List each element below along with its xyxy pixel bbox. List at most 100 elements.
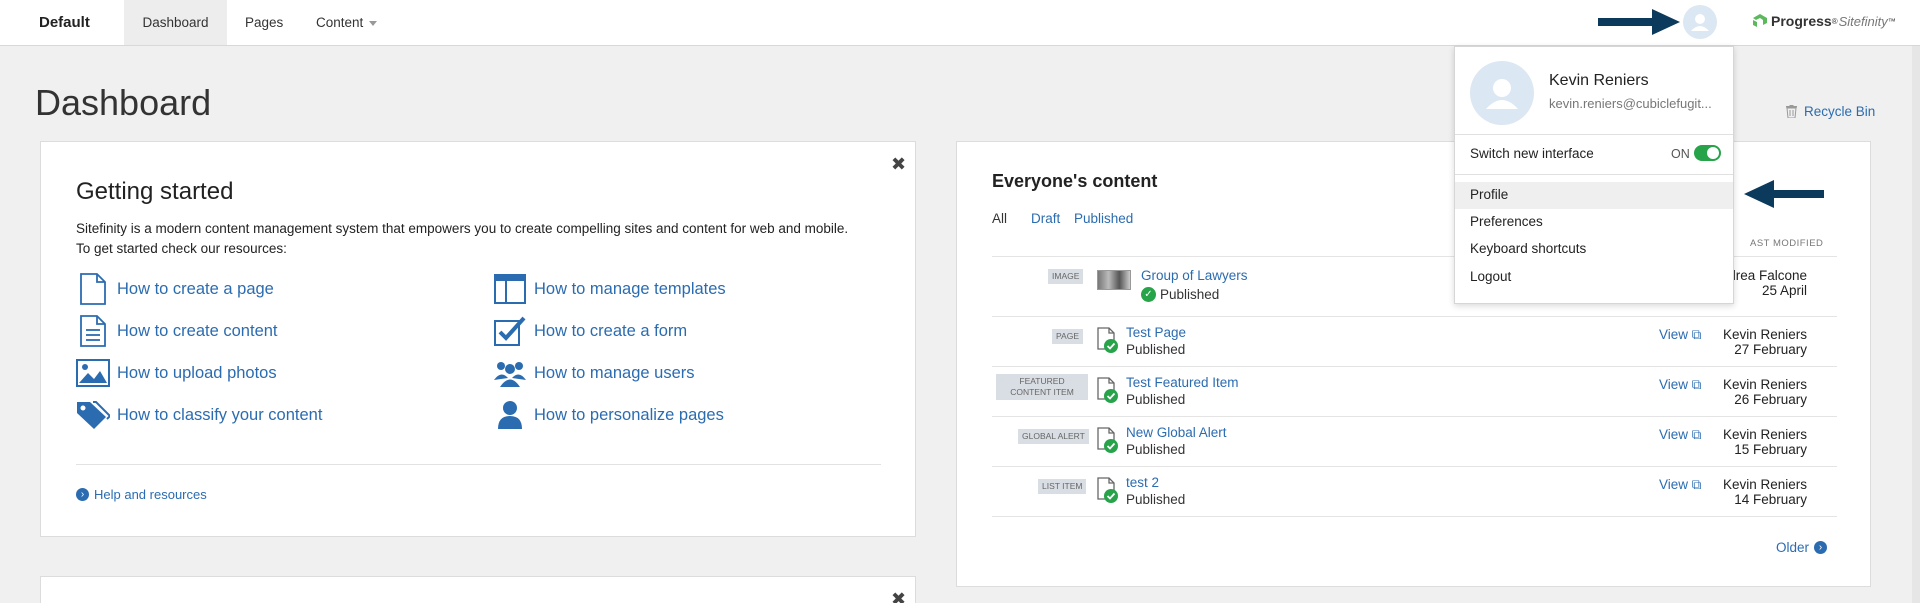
link-create-form[interactable]: How to create a form xyxy=(493,314,687,348)
switch-interface-toggle[interactable] xyxy=(1694,145,1721,161)
link-upload-photos[interactable]: How to upload photos xyxy=(76,356,277,390)
users-icon xyxy=(493,356,527,390)
nav-pages[interactable]: Pages xyxy=(245,0,283,45)
view-label: View xyxy=(1659,427,1689,442)
column-header-last-modified: AST MODIFIED xyxy=(1750,238,1824,249)
type-badge: IMAGE xyxy=(1048,269,1084,284)
item-author: drea Falcone xyxy=(1728,268,1807,283)
arrow-right-circle-icon: › xyxy=(76,488,89,501)
getting-started-card: ✖ Getting started Sitefinity is a modern… xyxy=(40,141,916,537)
item-date: 27 February xyxy=(1734,342,1807,357)
progress-logo-icon xyxy=(1753,14,1767,27)
older-link[interactable]: Older › xyxy=(1776,540,1828,555)
user-email: kevin.reniers@cubiclefugit... xyxy=(1549,96,1712,111)
switch-state-label: ON xyxy=(1671,147,1690,161)
item-date: 26 February xyxy=(1734,392,1807,407)
site-selector[interactable]: Default xyxy=(39,14,90,31)
link-create-content[interactable]: How to create content xyxy=(76,314,278,348)
recycle-bin-link[interactable]: Recycle Bin xyxy=(1786,104,1875,119)
item-title-link[interactable]: New Global Alert xyxy=(1126,425,1227,440)
template-icon xyxy=(493,272,527,306)
view-link[interactable]: View ⧉ xyxy=(1659,327,1701,343)
external-link-icon: ⧉ xyxy=(1691,477,1702,492)
switch-interface-label: Switch new interface xyxy=(1470,146,1594,161)
link-label: How to classify your content xyxy=(117,405,323,424)
item-status: Published xyxy=(1160,287,1220,302)
item-author: Kevin Reniers xyxy=(1722,427,1807,442)
view-label: View xyxy=(1659,327,1689,342)
link-manage-users[interactable]: How to manage users xyxy=(493,356,695,390)
item-date: 25 April xyxy=(1761,283,1807,298)
person-icon xyxy=(493,398,527,432)
external-link-icon: ⧉ xyxy=(1691,427,1702,442)
published-check-icon: ✓ xyxy=(1141,287,1156,302)
getting-started-title: Getting started xyxy=(76,178,234,205)
type-badge: GLOBAL ALERT xyxy=(1018,429,1089,444)
filter-all[interactable]: All xyxy=(992,211,1007,226)
nav-content[interactable]: Content xyxy=(316,0,378,45)
close-icon[interactable]: ✖ xyxy=(891,154,906,175)
type-badge: LIST ITEM xyxy=(1038,479,1087,494)
link-label: How to manage templates xyxy=(534,279,726,298)
divider xyxy=(1455,174,1733,175)
chevron-down-icon xyxy=(369,20,378,26)
link-label: How to upload photos xyxy=(117,363,277,382)
external-link-icon: ⧉ xyxy=(1691,327,1702,342)
item-status: Published xyxy=(1126,342,1186,357)
view-label: View xyxy=(1659,377,1689,392)
item-title-link[interactable]: Test Featured Item xyxy=(1126,375,1239,390)
page-doc-icon xyxy=(1097,327,1118,353)
divider xyxy=(1455,134,1733,135)
view-link[interactable]: View ⧉ xyxy=(1659,477,1701,493)
logo-text: Progress xyxy=(1771,13,1832,29)
row-divider xyxy=(992,466,1837,467)
link-create-page[interactable]: How to create a page xyxy=(76,272,274,306)
link-manage-templates[interactable]: How to manage templates xyxy=(493,272,726,306)
trash-icon xyxy=(1786,105,1797,118)
view-link[interactable]: View ⧉ xyxy=(1659,427,1701,443)
nav-dashboard[interactable]: Dashboard xyxy=(124,0,227,45)
secondary-card: ✖ xyxy=(40,576,916,603)
external-link-icon: ⧉ xyxy=(1691,377,1702,392)
item-status: Published xyxy=(1126,442,1186,457)
filter-published[interactable]: Published xyxy=(1074,211,1133,226)
vertical-scrollbar[interactable] xyxy=(1912,46,1920,603)
description-line-2: To get started check our resources: xyxy=(76,241,287,256)
link-label: How to create a form xyxy=(534,321,688,340)
logo-suffix: Sitefinity xyxy=(1838,13,1888,29)
user-avatar-button[interactable] xyxy=(1683,5,1717,39)
view-link[interactable]: View ⧉ xyxy=(1659,377,1701,393)
menu-item-keyboard-shortcuts[interactable]: Keyboard shortcuts xyxy=(1470,241,1586,256)
photo-icon xyxy=(76,356,110,390)
item-title-link[interactable]: Group of Lawyers xyxy=(1141,268,1248,283)
close-icon[interactable]: ✖ xyxy=(891,589,906,603)
item-author: Kevin Reniers xyxy=(1722,327,1807,342)
content-icon xyxy=(76,314,110,348)
item-title-link[interactable]: Test Page xyxy=(1126,325,1186,340)
item-author: Kevin Reniers xyxy=(1722,477,1807,492)
item-title-link[interactable]: test 2 xyxy=(1126,475,1159,490)
link-classify-content[interactable]: How to classify your content xyxy=(76,398,322,432)
divider xyxy=(76,464,881,465)
menu-item-logout[interactable]: Logout xyxy=(1470,269,1511,284)
link-label: How to create a page xyxy=(117,279,274,298)
user-icon xyxy=(1691,14,1709,31)
user-name: Kevin Reniers xyxy=(1549,72,1649,89)
item-status: Published xyxy=(1126,392,1186,407)
user-avatar xyxy=(1470,61,1534,125)
annotation-arrow-right-icon xyxy=(1598,9,1680,35)
row-divider xyxy=(992,366,1837,367)
item-date: 14 February xyxy=(1734,492,1807,507)
view-label: View xyxy=(1659,477,1689,492)
help-and-resources-link[interactable]: › Help and resources xyxy=(76,487,207,502)
progress-sitefinity-logo: Progress ® Sitefinity ™ xyxy=(1752,13,1896,29)
page-doc-icon xyxy=(1097,427,1118,453)
arrow-right-circle-icon: › xyxy=(1814,541,1828,554)
filter-draft[interactable]: Draft xyxy=(1031,211,1060,226)
menu-item-profile[interactable]: Profile xyxy=(1470,187,1508,202)
description-line-1: Sitefinity is a modern content managemen… xyxy=(76,221,849,236)
nav-content-label: Content xyxy=(316,15,364,30)
link-label: How to create content xyxy=(117,321,278,340)
menu-item-preferences[interactable]: Preferences xyxy=(1470,214,1543,229)
link-personalize-pages[interactable]: How to personalize pages xyxy=(493,398,724,432)
